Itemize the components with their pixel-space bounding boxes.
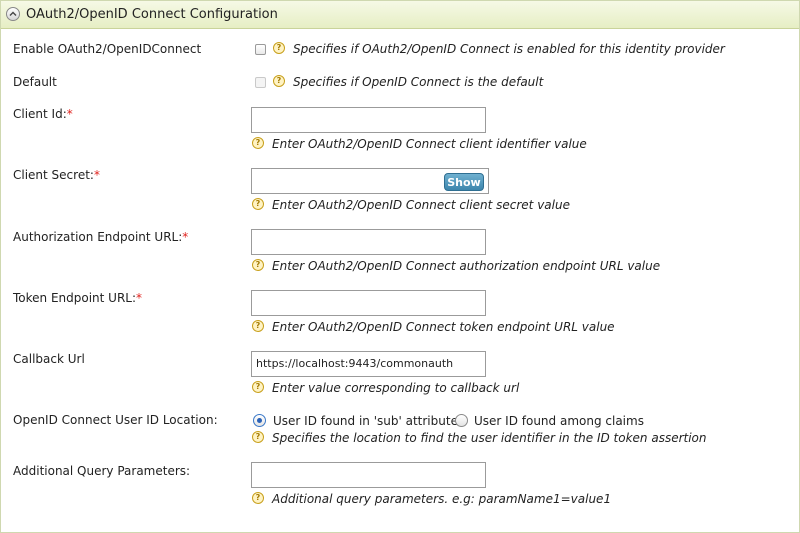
help-icon: ? (273, 75, 285, 87)
auth-endpoint-label: Authorization Endpoint URL:* (13, 230, 189, 244)
radio-among-claims-label: User ID found among claims (474, 414, 644, 428)
radio-among-claims[interactable] (455, 414, 468, 427)
callback-url-label: Callback Url (13, 352, 85, 366)
help-icon: ? (252, 431, 264, 443)
default-hint: Specifies if OpenID Connect is the defau… (293, 75, 544, 89)
help-icon: ? (252, 492, 264, 504)
radio-sub-attribute[interactable] (253, 414, 266, 427)
callback-url-input[interactable]: https://localhost:9443/commonauth (251, 351, 486, 377)
help-icon: ? (252, 381, 264, 393)
client-id-hint: Enter OAuth2/OpenID Connect client ident… (272, 137, 587, 151)
help-icon: ? (273, 42, 285, 54)
token-endpoint-label: Token Endpoint URL:* (13, 291, 143, 305)
enable-oauth-hint: Specifies if OAuth2/OpenID Connect is en… (293, 42, 725, 56)
additional-query-hint: Additional query parameters. e.g: paramN… (272, 492, 612, 506)
token-endpoint-hint: Enter OAuth2/OpenID Connect token endpoi… (272, 320, 615, 334)
default-label: Default (13, 75, 57, 89)
additional-query-label: Additional Query Parameters: (13, 464, 191, 478)
panel-title: OAuth2/OpenID Connect Configuration (26, 7, 278, 22)
enable-oauth-label: Enable OAuth2/OpenIDConnect (13, 42, 202, 56)
token-endpoint-input[interactable] (251, 290, 486, 316)
client-id-label: Client Id:* (13, 107, 73, 121)
chevron-up-icon[interactable] (6, 7, 20, 21)
enable-oauth-checkbox[interactable] (255, 44, 266, 55)
oauth-config-panel: OAuth2/OpenID Connect Configuration Enab… (0, 0, 800, 533)
user-id-location-label: OpenID Connect User ID Location: (13, 413, 218, 427)
client-secret-hint: Enter OAuth2/OpenID Connect client secre… (272, 198, 570, 212)
client-id-input[interactable] (251, 107, 486, 133)
panel-header[interactable]: OAuth2/OpenID Connect Configuration (1, 1, 799, 29)
user-id-location-hint: Specifies the location to find the user … (272, 431, 707, 445)
show-secret-button[interactable]: Show (444, 173, 484, 191)
client-secret-label: Client Secret:* (13, 168, 100, 182)
callback-url-hint: Enter value corresponding to callback ur… (272, 381, 520, 395)
auth-endpoint-hint: Enter OAuth2/OpenID Connect authorizatio… (272, 259, 661, 273)
help-icon: ? (252, 320, 264, 332)
default-checkbox[interactable] (255, 77, 266, 88)
additional-query-input[interactable] (251, 462, 486, 488)
auth-endpoint-input[interactable] (251, 229, 486, 255)
radio-sub-attribute-label: User ID found in 'sub' attribute (273, 414, 458, 428)
help-icon: ? (252, 198, 264, 210)
help-icon: ? (252, 137, 264, 149)
help-icon: ? (252, 259, 264, 271)
